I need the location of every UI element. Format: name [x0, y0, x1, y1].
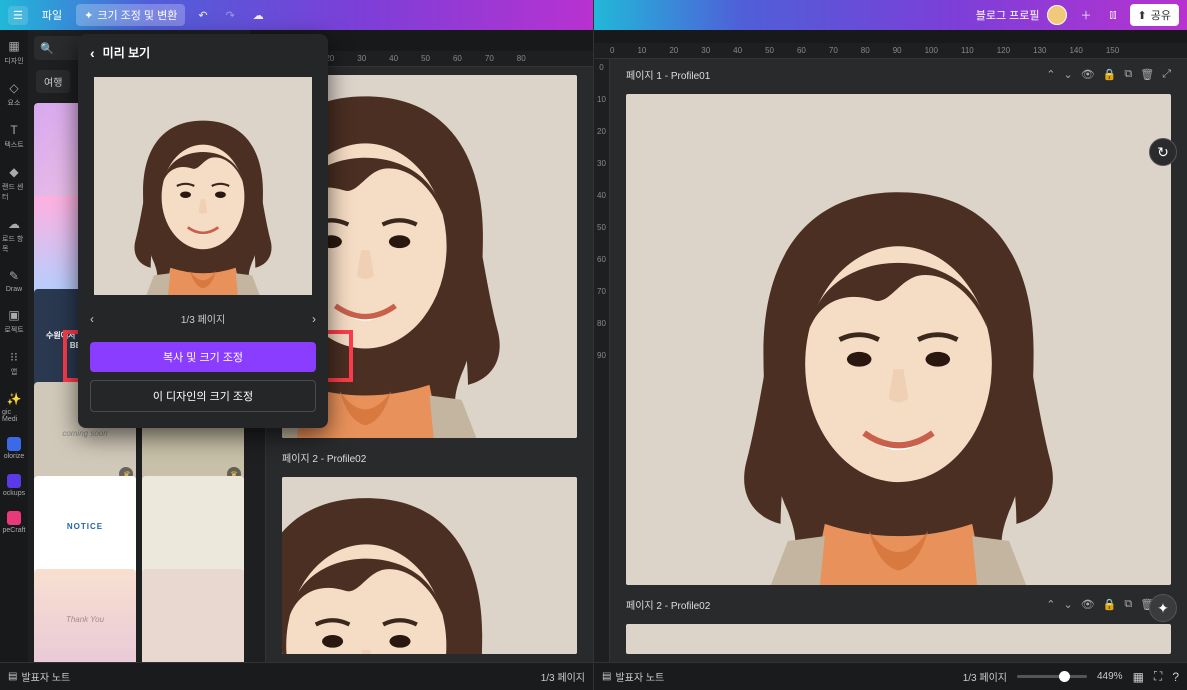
visibility-icon[interactable]: 👁 — [1081, 598, 1095, 611]
rail-item-typecraft[interactable]: peCraft — [1, 509, 28, 536]
rail-item-colorize[interactable]: olorize — [2, 435, 27, 462]
back-arrow-icon[interactable]: ‹ — [90, 45, 95, 61]
cloud-sync-icon: ☁ — [248, 6, 269, 25]
rail-item-draw[interactable]: ✎Draw — [4, 266, 24, 295]
rail-item-magicmedia[interactable]: ✨gic Medi — [0, 389, 28, 425]
horizontal-ruler: 0102030405060708090100110120130140150 — [594, 43, 1187, 59]
analytics-button[interactable]: ⫾⫾ — [1104, 6, 1121, 25]
search-icon: 🔍 — [40, 42, 54, 55]
notes-icon: ▤ — [602, 671, 611, 682]
add-collaborator-button[interactable]: ＋ — [1075, 4, 1096, 26]
template-cat[interactable]: 여행 — [36, 70, 70, 93]
layout-icon: ▦ — [6, 38, 22, 54]
lock-icon[interactable]: 🔒 — [1103, 68, 1117, 81]
page-canvas-1[interactable] — [626, 94, 1171, 585]
resize-this-design-button[interactable]: 이 디자인의 크기 조정 — [90, 380, 316, 412]
rail-item-mockups[interactable]: ockups — [1, 472, 27, 499]
upload-icon: ⬆ — [1138, 9, 1147, 22]
grid-view-button[interactable]: ▦ — [1133, 670, 1144, 684]
regenerate-fab[interactable]: ↻ — [1149, 138, 1177, 166]
document-title[interactable]: 블로그 프로필 — [976, 7, 1040, 23]
brand-icon: ◆ — [6, 164, 22, 180]
rail-item-text[interactable]: T텍스트 — [2, 120, 25, 152]
page-actions: ⌃ ⌄ 👁 🔒 ⧉ 🗑 ⤢ — [1046, 68, 1171, 81]
canvas-area-right: 0102030405060708090100110120130140150 01… — [594, 30, 1187, 662]
preview-title: 미리 보기 — [103, 44, 151, 61]
page-indicator: 1/3 페이지 — [181, 311, 225, 326]
page-down-icon[interactable]: ⌄ — [1063, 68, 1072, 81]
template-thumbnail[interactable] — [142, 476, 244, 578]
hamburger-menu[interactable]: ☰ — [8, 6, 28, 25]
rail-item-apps[interactable]: ⁝⁝앱 — [4, 347, 24, 379]
duplicate-icon[interactable]: ⧉ — [1124, 68, 1132, 81]
page-label: 페이지 2 - Profile02 — [626, 597, 710, 612]
rail-item-elements[interactable]: ◇요소 — [4, 78, 24, 110]
vertical-ruler: 0102030405060708090 — [594, 59, 610, 662]
pencil-icon: ✎ — [6, 268, 22, 284]
presenter-notes-button[interactable]: ▤발표자 노트 — [602, 669, 664, 684]
sparkle-icon: ✦ — [84, 9, 93, 22]
page-indicator-footer[interactable]: 1/3 페이지 — [963, 669, 1007, 684]
folder-icon: ▣ — [6, 307, 22, 323]
footer-right: ▤발표자 노트 1/3 페이지 449% ▦ ⛶ ? — [594, 662, 1187, 690]
rail-item-uploads[interactable]: ☁로드 항목 — [0, 214, 28, 256]
prev-page-arrow[interactable]: ‹ — [90, 312, 94, 326]
page-up-icon[interactable]: ⌃ — [1046, 68, 1055, 81]
template-thumbnail[interactable]: Thank You — [34, 569, 136, 662]
colorize-icon — [7, 437, 21, 451]
undo-button[interactable]: ↶ — [193, 6, 212, 25]
rail-item-design[interactable]: ▦디자인 — [2, 36, 25, 68]
footer-left: ▤발표자 노트 1/3 페이지 — [0, 662, 593, 690]
help-button[interactable]: ? — [1172, 670, 1179, 684]
page-indicator-footer[interactable]: 1/3 페이지 — [541, 669, 585, 684]
page-canvas-2[interactable] — [626, 624, 1171, 654]
topbar-left: ☰ 파일 ✦ 크기 조정 및 변환 ↶ ↷ ☁ — [0, 0, 593, 30]
side-rail: ▦디자인 ◇요소 T텍스트 ◆랜드 센터 ☁로드 항목 ✎Draw ▣로젝트 ⁝… — [0, 30, 28, 662]
presenter-notes-button[interactable]: ▤발표자 노트 — [8, 669, 70, 684]
mockups-icon — [7, 474, 21, 488]
typecraft-icon — [7, 511, 21, 525]
fullscreen-button[interactable]: ⛶ — [1154, 669, 1162, 684]
resize-convert-button[interactable]: ✦ 크기 조정 및 변환 — [76, 4, 185, 26]
redo-button[interactable]: ↷ — [221, 6, 240, 25]
wand-icon: ✨ — [6, 391, 22, 407]
zoom-value[interactable]: 449% — [1097, 671, 1123, 682]
visibility-icon[interactable]: 👁 — [1081, 68, 1095, 81]
zoom-slider[interactable] — [1017, 675, 1087, 678]
preview-thumbnail — [94, 77, 312, 295]
rail-item-projects[interactable]: ▣로젝트 — [2, 305, 25, 337]
user-avatar[interactable] — [1047, 5, 1067, 25]
page-up-icon[interactable]: ⌃ — [1046, 598, 1055, 611]
text-icon: T — [6, 122, 22, 138]
page-label: 페이지 2 - Profile02 — [282, 450, 366, 465]
lock-icon[interactable]: 🔒 — [1103, 598, 1117, 611]
expand-icon[interactable]: ⤢ — [1162, 68, 1171, 81]
file-menu[interactable]: 파일 — [36, 5, 68, 25]
page-canvas-2[interactable] — [282, 477, 577, 654]
share-button[interactable]: ⬆공유 — [1130, 4, 1179, 26]
notes-icon: ▤ — [8, 671, 17, 682]
delete-icon[interactable]: 🗑 — [1140, 68, 1154, 81]
next-page-arrow[interactable]: › — [312, 312, 316, 326]
rail-item-brand[interactable]: ◆랜드 센터 — [0, 162, 28, 204]
template-thumbnail[interactable]: NOTICE — [34, 476, 136, 578]
ai-sparkle-fab[interactable]: ✦ — [1149, 594, 1177, 622]
grid-icon: ⁝⁝ — [6, 349, 22, 365]
topbar-right: 블로그 프로필 ＋ ⫾⫾ ⬆공유 — [594, 0, 1187, 30]
template-thumbnail[interactable] — [142, 569, 244, 662]
shapes-icon: ◇ — [6, 80, 22, 96]
cloud-upload-icon: ☁ — [6, 216, 22, 232]
preview-popup: ‹ 미리 보기 ‹ 1/3 페이지 › 복사 및 크기 조정 이 디자인의 크기… — [78, 34, 328, 428]
page-label: 페이지 1 - Profile01 — [626, 67, 710, 82]
page-down-icon[interactable]: ⌄ — [1063, 598, 1072, 611]
copy-resize-button[interactable]: 복사 및 크기 조정 — [90, 342, 316, 372]
duplicate-icon[interactable]: ⧉ — [1124, 598, 1132, 611]
